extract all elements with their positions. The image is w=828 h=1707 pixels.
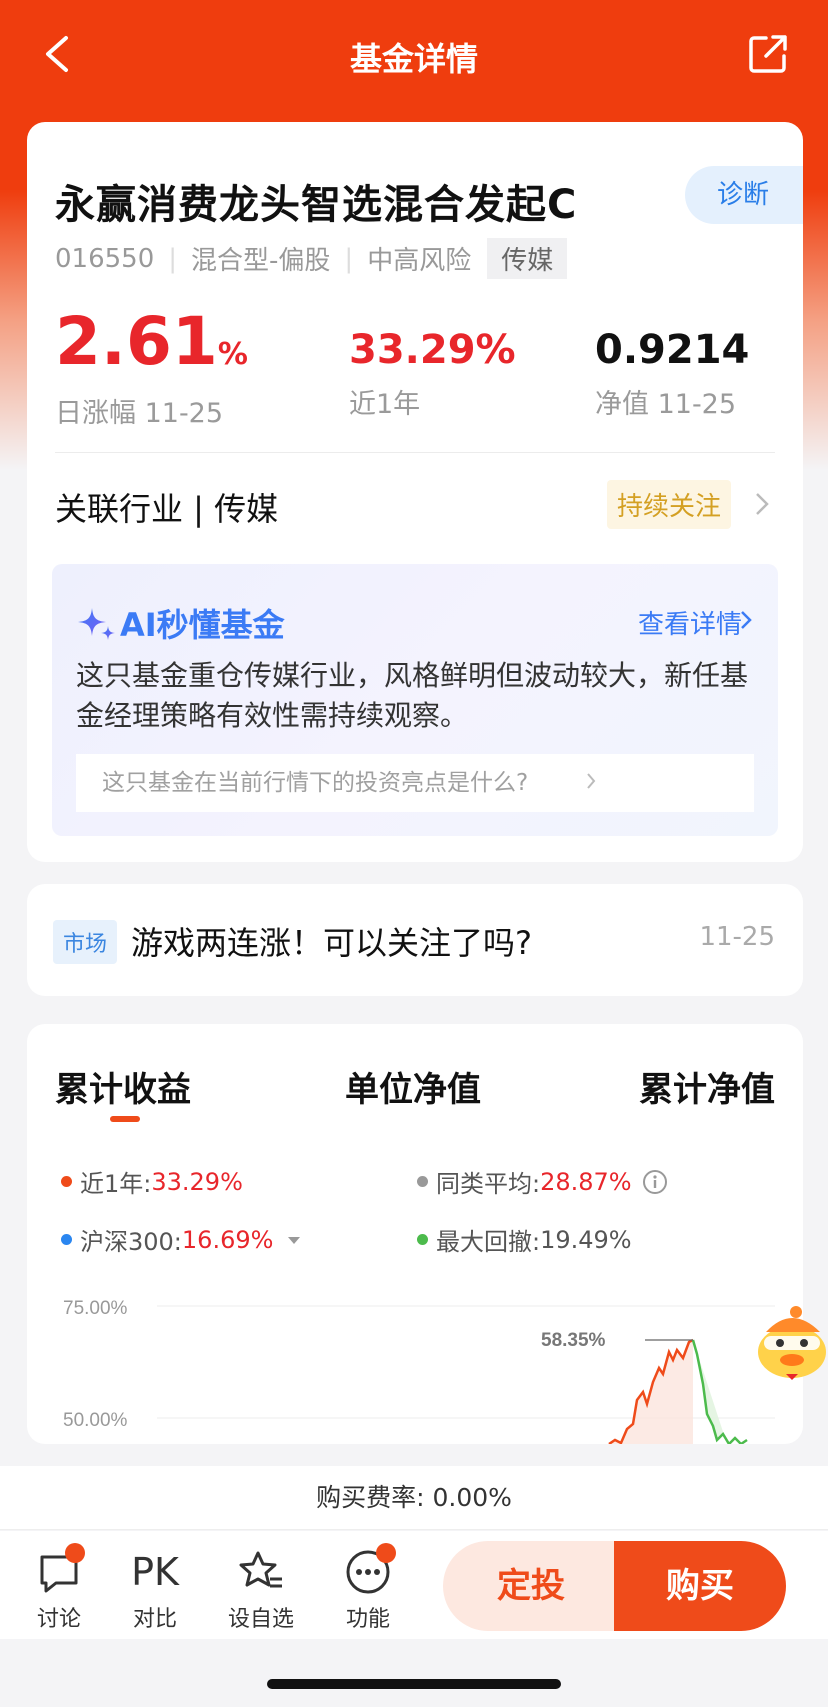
ai-summary-panel: AI秒懂基金 查看详情 这只基金重仓传媒行业，风格鲜明但波动较大，新任基金经理策… [52,564,778,836]
fund-type: 混合型-偏股 [191,246,331,276]
daily-change-unit: % [217,337,248,372]
meta-divider: | [344,243,354,274]
page-title: 基金详情 [349,40,478,78]
watchlist-label: 设自选 [227,1607,294,1632]
ai-summary-text: 这只基金重仓传媒行业，风格鲜明但波动较大，新任基金经理策略有效性需持续观察。 [76,659,749,732]
fund-risk: 中高风险 [367,246,472,276]
fund-code: 016550 [55,243,155,274]
follow-badge[interactable]: 持续关注 [606,480,731,529]
legend-value: 33.29% [151,1167,243,1196]
ai-view-details-link[interactable]: 查看详情 [638,604,742,641]
star-list-icon [239,1551,282,1588]
functions-label: 功能 [345,1607,390,1632]
notification-dot [376,1543,396,1563]
daily-change-value: 2.61 [55,303,218,380]
purchase-fee: 购买费率: 0.00% [0,1466,828,1530]
daily-change-stat: 2.61% 日涨幅 11-25 [55,306,248,430]
compare-button[interactable]: PK 对比 [115,1547,195,1633]
nav-label: 净值 11-25 [595,389,737,420]
legend-dot [61,1176,72,1187]
legend-value: 19.49% [540,1225,632,1254]
fund-name: 永赢消费龙头智选混合发起C [55,182,578,228]
navigation-bar: 基金详情 [0,0,828,112]
legend-label: 沪深300: [80,1228,182,1256]
add-watchlist-button[interactable]: 设自选 [221,1547,301,1633]
meta-divider: | [168,243,178,274]
tab-unit-nav[interactable]: 单位净值 [345,1062,481,1111]
legend-average: 同类平均: 28.87% [417,1164,668,1199]
bottom-action-bar: 讨论 PK 对比 设自选 功能 定投 购买 [0,1531,828,1639]
nav-stat: 0.9214 净值 11-25 [595,322,749,421]
ai-question-prompt[interactable]: 这只基金在当前行情下的投资亮点是什么? [76,754,754,812]
active-tab-indicator [110,1116,140,1122]
chevron-right-icon[interactable] [755,492,769,516]
ai-title: AI秒懂基金 [120,606,285,644]
legend-value: 16.69% [181,1225,274,1254]
legend-dot [417,1234,428,1245]
news-card[interactable]: 市场 游戏两连涨！可以关注了吗? 11-25 [27,884,803,996]
performance-card: 累计收益 单位净值 累计净值 近1年: 33.29% 同类平均: 28.87% … [27,1024,803,1444]
legend-label: 同类平均: [436,1170,541,1198]
tab-cumulative-return[interactable]: 累计收益 [55,1062,191,1111]
legend-value: 28.87% [540,1167,632,1196]
related-industry[interactable]: 关联行业 | 传媒 [55,484,278,530]
buy-button[interactable]: 购买 [614,1541,786,1631]
fund-info-card: 永赢消费龙头智选混合发起C 诊断 016550 | 混合型-偏股 | 中高风险 … [27,122,803,862]
legend-dot [417,1176,428,1187]
nav-value: 0.9214 [595,327,750,373]
discuss-button[interactable]: 讨论 [19,1543,99,1633]
legend-fund: 近1年: 33.29% [61,1164,243,1199]
auto-invest-button[interactable]: 定投 [443,1541,619,1631]
fund-sector-tag: 传媒 [487,238,568,279]
return-chart: 75.00% 50.00% 58.35% [63,1298,775,1444]
chevron-right-icon[interactable] [586,772,596,790]
discuss-label: 讨论 [36,1607,81,1632]
diagnose-button[interactable]: 诊断 [685,166,803,224]
legend-drawdown: 最大回撤: 19.49% [417,1222,632,1257]
legend-dot [61,1234,72,1245]
compare-label: 对比 [132,1607,177,1632]
sparkle-icon [78,608,115,640]
mascot-icon[interactable] [750,1302,828,1382]
tab-cumulative-nav[interactable]: 累计净值 [639,1062,775,1111]
info-icon[interactable] [642,1169,668,1195]
divider [55,452,775,453]
share-icon[interactable] [746,32,790,76]
legend-label: 最大回撤: [436,1228,541,1256]
chevron-right-icon[interactable] [740,610,752,630]
daily-change-label: 日涨幅 11-25 [55,398,224,429]
more-functions-button[interactable]: 功能 [328,1543,408,1633]
market-tag: 市场 [53,920,118,964]
y-tick-label: 50.00% [63,1410,128,1431]
y-tick-label: 75.00% [63,1298,128,1319]
fund-meta: 016550 | 混合型-偏股 | 中高风险 传媒 [55,238,568,279]
peak-label: 58.35% [541,1330,606,1351]
news-headline[interactable]: 游戏两连涨！可以关注了吗? [131,918,532,964]
notification-dot [65,1543,85,1563]
year-return-value: 33.29% [349,327,516,373]
legend-label: 近1年: [80,1170,152,1198]
news-date: 11-25 [699,922,775,952]
year-return-label: 近1年 [349,389,421,420]
home-indicator [267,1679,561,1689]
legend-hs300[interactable]: 沪深300: 16.69% [61,1222,301,1257]
year-return-stat: 33.29% 近1年 [349,322,516,421]
pk-icon: PK [131,1550,179,1594]
caret-down-icon[interactable] [287,1235,301,1245]
